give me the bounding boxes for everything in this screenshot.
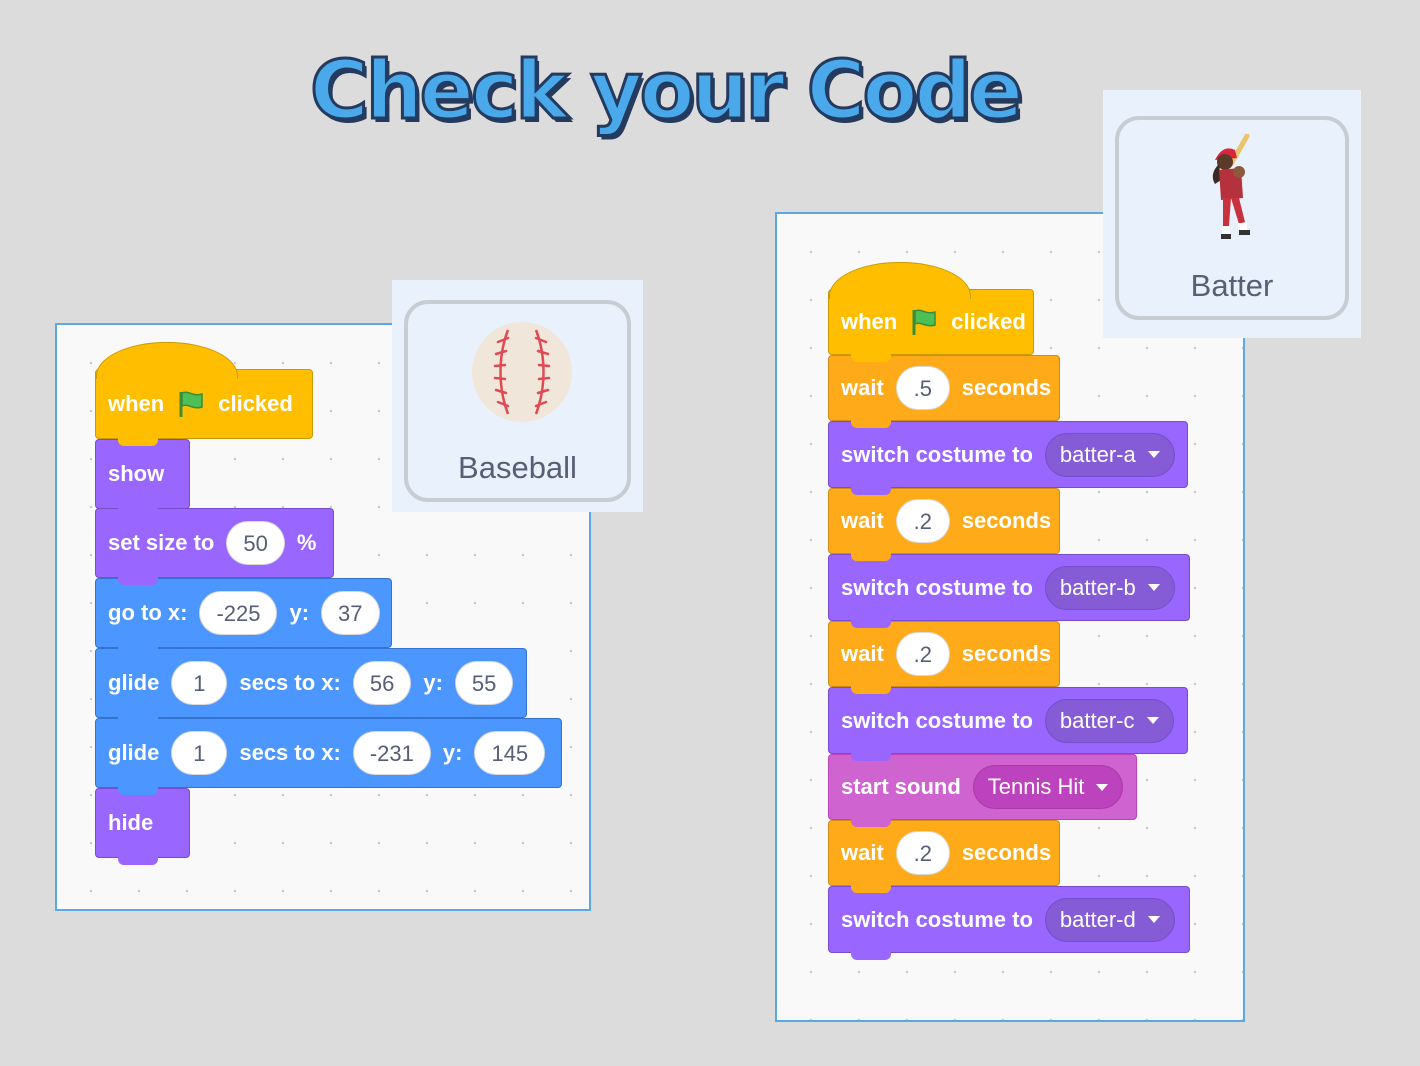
switch-costume-label: switch costume to — [841, 574, 1033, 600]
wait-input[interactable]: .2 — [895, 831, 950, 875]
wait-block[interactable]: wait .2 seconds — [828, 820, 1060, 893]
switch-costume-label: switch costume to — [841, 441, 1033, 467]
wait-label: wait — [841, 641, 884, 666]
x-input[interactable]: -225 — [199, 591, 278, 635]
hide-block[interactable]: hide — [95, 788, 190, 865]
x-input[interactable]: -231 — [352, 731, 431, 775]
wait-block[interactable]: wait .5 seconds — [828, 355, 1060, 428]
y-label: y: — [442, 740, 463, 765]
chevron-down-icon — [1147, 916, 1160, 923]
sprite-card-baseball[interactable]: Baseball — [392, 280, 643, 512]
x-input[interactable]: 56 — [352, 661, 412, 705]
glide-label: glide — [108, 740, 160, 765]
green-flag-icon — [179, 391, 203, 417]
when-flag-clicked-block[interactable]: when clicked — [95, 342, 313, 446]
secs-to-x-label: secs to x: — [239, 670, 341, 695]
show-block[interactable]: show — [95, 439, 190, 516]
costume-dropdown-value: batter-a — [1059, 441, 1136, 467]
wait-input[interactable]: .2 — [895, 632, 950, 676]
wait-label: wait — [841, 508, 884, 533]
secs-to-x-label: secs to x: — [239, 740, 341, 765]
wait-label: wait — [841, 840, 884, 865]
glide-block-1[interactable]: glide 1 secs to x: 56 y: 55 — [95, 648, 527, 725]
secs-input[interactable]: 1 — [171, 661, 228, 705]
glide-block-2[interactable]: glide 1 secs to x: -231 y: 145 — [95, 718, 562, 795]
when-label: when — [841, 309, 898, 334]
clicked-label: clicked — [951, 309, 1026, 334]
secs-input[interactable]: 1 — [171, 731, 228, 775]
seconds-label: seconds — [961, 840, 1052, 865]
wait-input[interactable]: .5 — [895, 366, 950, 410]
costume-dropdown-value: batter-b — [1059, 574, 1136, 600]
size-input[interactable]: 50 — [226, 521, 285, 565]
start-sound-label: start sound — [841, 774, 961, 799]
wait-input[interactable]: .2 — [895, 499, 950, 543]
y-input[interactable]: 145 — [474, 731, 546, 775]
batter-icon — [1212, 134, 1250, 239]
wait-block[interactable]: wait .2 seconds — [828, 621, 1060, 694]
go-to-xy-block[interactable]: go to x: -225 y: 37 — [95, 578, 392, 655]
switch-costume-label: switch costume to — [841, 906, 1033, 932]
wait-block[interactable]: wait .2 seconds — [828, 488, 1060, 561]
seconds-label: seconds — [961, 375, 1052, 400]
glide-label: glide — [108, 670, 160, 695]
start-sound-block[interactable]: start sound Tennis Hit — [828, 754, 1137, 827]
chevron-down-icon — [1096, 783, 1109, 791]
sound-dropdown-value: Tennis Hit — [987, 774, 1085, 799]
sprite-card-batter[interactable]: Batter — [1103, 90, 1361, 338]
wait-label: wait — [841, 375, 884, 400]
set-size-label: set size to — [108, 530, 215, 555]
switch-costume-label: switch costume to — [841, 707, 1033, 733]
sprite-name-baseball: Baseball — [458, 450, 577, 485]
y-input[interactable]: 55 — [454, 661, 514, 705]
costume-dropdown[interactable]: batter-c — [1044, 698, 1174, 743]
when-label: when — [108, 391, 165, 416]
costume-dropdown[interactable]: batter-a — [1044, 432, 1175, 477]
hide-label: hide — [108, 810, 154, 835]
switch-costume-block[interactable]: switch costume to batter-a — [828, 421, 1188, 495]
seconds-label: seconds — [961, 641, 1052, 666]
green-flag-icon — [912, 309, 936, 335]
set-size-block[interactable]: set size to 50 % — [95, 508, 334, 585]
chevron-down-icon — [1147, 451, 1160, 458]
costume-dropdown-value: batter-c — [1059, 707, 1135, 733]
seconds-label: seconds — [961, 508, 1052, 533]
costume-dropdown-value: batter-d — [1059, 906, 1136, 932]
chevron-down-icon — [1147, 584, 1160, 591]
y-label: y: — [423, 670, 443, 695]
costume-dropdown[interactable]: batter-b — [1044, 565, 1175, 610]
percent-label: % — [296, 530, 317, 555]
costume-dropdown[interactable]: batter-d — [1044, 897, 1175, 942]
switch-costume-block[interactable]: switch costume to batter-b — [828, 554, 1190, 628]
clicked-label: clicked — [218, 391, 293, 416]
y-input[interactable]: 37 — [321, 591, 380, 635]
go-to-label: go to x: — [108, 600, 188, 625]
sound-dropdown[interactable]: Tennis Hit — [972, 765, 1124, 809]
switch-costume-block[interactable]: switch costume to batter-c — [828, 687, 1188, 761]
chevron-down-icon — [1146, 717, 1159, 724]
when-flag-clicked-block[interactable]: when clicked — [828, 262, 1034, 362]
y-label: y: — [289, 600, 310, 625]
baseball-icon — [472, 322, 572, 422]
show-label: show — [108, 461, 165, 486]
switch-costume-block[interactable]: switch costume to batter-d — [828, 886, 1190, 960]
sprite-name-batter: Batter — [1190, 268, 1274, 303]
